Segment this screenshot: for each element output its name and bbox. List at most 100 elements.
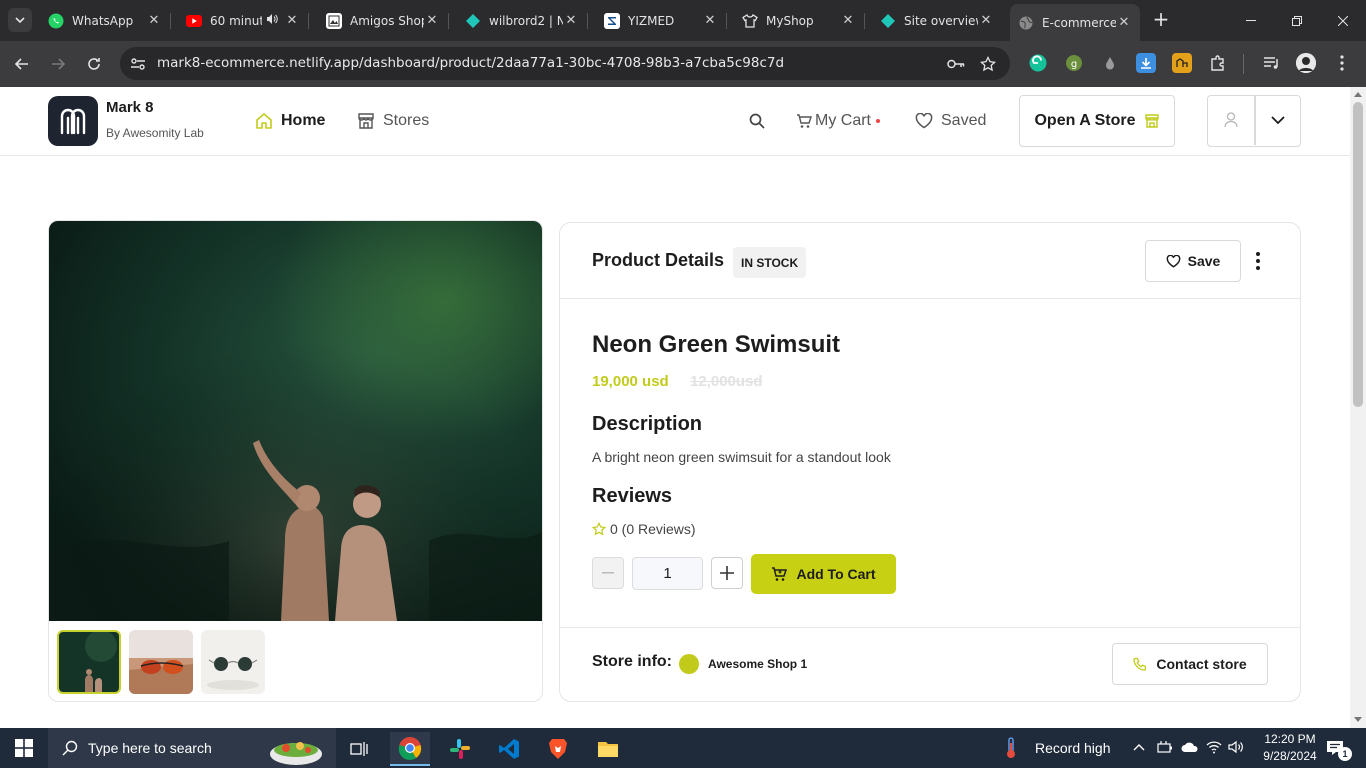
vscode-taskbar-icon[interactable] <box>489 732 529 766</box>
search-icon <box>747 111 767 131</box>
site-info-icon[interactable] <box>128 54 148 74</box>
browser-tab[interactable]: WhatsApp ✕ <box>40 5 171 36</box>
close-icon[interactable]: ✕ <box>1116 15 1132 30</box>
cart-icon <box>796 111 812 131</box>
forward-arrow-icon[interactable] <box>46 52 70 76</box>
download-icon[interactable] <box>1136 53 1156 73</box>
page-viewport: Mark 8 By Awesomity Lab Home Stores My C… <box>0 87 1350 728</box>
mark8-logo-icon[interactable] <box>48 96 98 146</box>
page-scrollbar[interactable] <box>1350 87 1366 728</box>
chevron-up-icon[interactable] <box>1133 743 1145 751</box>
search-button[interactable] <box>747 109 774 133</box>
account-menu[interactable] <box>1207 95 1301 147</box>
tab-search-button[interactable] <box>8 8 32 32</box>
nav-stores[interactable]: Stores <box>356 109 429 133</box>
status-badge: IN STOCK <box>733 247 807 278</box>
close-window-icon[interactable] <box>1320 0 1366 41</box>
product-name: Neon Green Swimsuit <box>592 331 841 358</box>
browser-tab[interactable]: 60 minut ✕ <box>178 5 309 36</box>
extension-green-icon[interactable]: g <box>1064 53 1084 73</box>
password-key-icon[interactable] <box>946 54 966 74</box>
close-icon[interactable]: ✕ <box>424 13 440 28</box>
quantity-input[interactable] <box>632 557 703 590</box>
extension-yellow-icon[interactable] <box>1172 53 1192 73</box>
extension-drop-icon[interactable] <box>1100 53 1120 73</box>
browser-tab[interactable]: Site overview ✕ <box>872 5 1002 36</box>
slack-taskbar-icon[interactable] <box>440 732 480 766</box>
browser-tab-active[interactable]: E-commerce ✕ <box>1010 4 1140 41</box>
onedrive-cloud-icon[interactable] <box>1181 742 1199 753</box>
close-icon[interactable]: ✕ <box>146 13 162 28</box>
close-icon[interactable]: ✕ <box>978 13 994 28</box>
netlify-icon <box>465 13 481 29</box>
amigos-shop-icon <box>326 12 342 29</box>
scrollbar-thumb[interactable] <box>1353 102 1363 407</box>
thumbnail-sunglasses-white[interactable] <box>201 630 265 694</box>
tab-title: Site overview <box>904 13 978 28</box>
saved-link[interactable]: Saved <box>914 109 986 133</box>
windows-taskbar: Type here to search Record high 12:20 PM… <box>0 728 1366 768</box>
more-options-icon[interactable] <box>1248 249 1268 273</box>
clock-time[interactable]: 12:20 PM <box>1260 732 1320 746</box>
address-bar[interactable]: mark8-ecommerce.netlify.app/dashboard/pr… <box>120 47 1010 80</box>
profile-avatar-icon[interactable] <box>1296 53 1316 73</box>
brand-name: Mark 8 <box>106 99 154 116</box>
save-label: Save <box>1187 253 1221 269</box>
add-to-cart-button[interactable]: Add To Cart <box>751 554 896 594</box>
task-view-icon[interactable] <box>340 732 380 766</box>
close-icon[interactable]: ✕ <box>284 13 300 28</box>
description-heading: Description <box>592 413 703 435</box>
tab-title: Amigos Shop <box>350 13 424 28</box>
scroll-down-arrow-icon[interactable] <box>1354 717 1362 722</box>
contact-store-button[interactable]: Contact store <box>1112 643 1268 685</box>
browser-tab[interactable]: wilbrord2 | N ✕ <box>457 5 588 36</box>
grammarly-icon[interactable] <box>1028 53 1048 73</box>
back-arrow-icon[interactable] <box>10 52 34 76</box>
close-icon[interactable]: ✕ <box>563 13 579 28</box>
chevron-down-icon[interactable] <box>1271 115 1285 125</box>
browser-tab[interactable]: MyShop ✕ <box>734 5 865 36</box>
rating-summary: 0 (0 Reviews) <box>592 519 696 539</box>
nav-home[interactable]: Home <box>254 109 325 133</box>
browser-tab[interactable]: Amigos Shop ✕ <box>318 5 449 36</box>
chrome-taskbar-icon[interactable] <box>390 732 430 766</box>
brave-taskbar-icon[interactable] <box>538 732 578 766</box>
user-icon[interactable] <box>1224 112 1238 128</box>
thermometer-icon[interactable] <box>1004 737 1018 759</box>
notification-center-button[interactable]: 1 <box>1322 728 1362 768</box>
scroll-up-arrow-icon[interactable] <box>1354 92 1362 97</box>
reload-icon[interactable] <box>82 52 106 76</box>
weather-text[interactable]: Record high <box>1035 740 1111 756</box>
battery-plug-icon[interactable] <box>1157 740 1173 754</box>
svg-text:g: g <box>1071 59 1077 70</box>
open-a-store-button[interactable]: Open A Store <box>1019 95 1175 147</box>
thumbnail-sunglasses-beach[interactable] <box>129 630 193 694</box>
quantity-increase-button[interactable] <box>711 557 743 589</box>
tab-title: YIZMED <box>628 13 675 28</box>
my-cart-link[interactable]: My Cart <box>796 109 880 133</box>
clock-date[interactable]: 9/28/2024 <box>1256 749 1324 763</box>
minimize-icon[interactable] <box>1228 0 1274 41</box>
store-name[interactable]: Awesome Shop 1 <box>708 657 807 671</box>
quantity-decrease-button[interactable] <box>592 557 624 589</box>
netlify-icon <box>880 13 896 29</box>
save-button[interactable]: Save <box>1145 240 1241 282</box>
heart-icon <box>914 111 934 131</box>
main-product-image[interactable] <box>49 221 542 621</box>
close-icon[interactable]: ✕ <box>840 13 856 28</box>
volume-icon[interactable] <box>1228 740 1244 754</box>
browser-menu-icon[interactable] <box>1332 53 1352 73</box>
extensions-puzzle-icon[interactable] <box>1208 53 1228 73</box>
browser-tab[interactable]: YIZMED ✕ <box>596 5 727 36</box>
media-control-icon[interactable] <box>1262 53 1282 73</box>
file-explorer-taskbar-icon[interactable] <box>588 732 628 766</box>
thumbnail-cave[interactable] <box>57 630 121 694</box>
restore-icon[interactable] <box>1274 0 1320 41</box>
speaker-icon[interactable] <box>266 13 278 28</box>
wifi-icon[interactable] <box>1206 740 1222 754</box>
taskbar-search-box[interactable]: Type here to search <box>48 728 336 768</box>
new-tab-plus-icon[interactable]: + <box>1150 9 1172 31</box>
windows-start-icon[interactable] <box>4 731 44 765</box>
close-icon[interactable]: ✕ <box>702 13 718 28</box>
bookmark-star-icon[interactable] <box>978 54 998 74</box>
